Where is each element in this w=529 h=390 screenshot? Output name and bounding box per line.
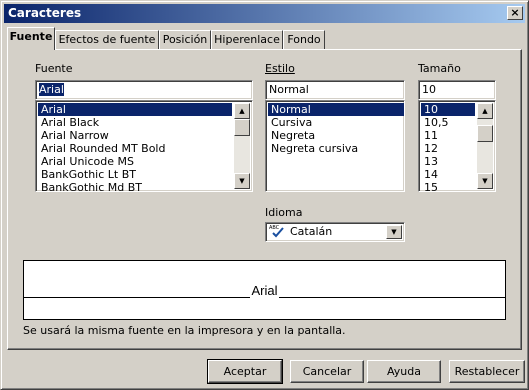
font-label: Fuente [35,62,73,75]
list-item[interactable]: Cursiva [268,116,404,129]
ok-button[interactable]: Aceptar [207,359,283,384]
font-listbox[interactable]: Arial Arial Black Arial Narrow Arial Rou… [35,100,253,192]
list-item[interactable]: Arial Narrow [38,129,232,142]
font-preview: Arial [23,260,506,320]
list-item[interactable]: BankGothic Lt BT [38,168,232,181]
list-item[interactable]: 14 [421,168,475,181]
size-label: Tamaño [418,62,461,75]
close-button[interactable]: × [507,6,523,20]
style-listbox[interactable]: Normal Cursiva Negreta Negreta cursiva [265,100,405,192]
size-scrollbar[interactable]: ▲ ▼ [477,103,493,189]
list-item[interactable]: 15 [421,181,475,191]
help-button[interactable]: Ayuda [367,360,441,383]
tab-fondo[interactable]: Fondo [283,30,325,49]
tab-fuente[interactable]: Fuente [7,27,55,50]
spellcheck-icon: ABC [269,226,285,238]
list-item[interactable]: 10,5 [421,116,475,129]
preview-text: Arial [250,283,279,298]
language-label: Idioma [265,206,303,219]
list-item[interactable]: Arial Rounded MT Bold [38,142,232,155]
list-item[interactable]: 12 [421,142,475,155]
scroll-up-arrow-icon[interactable]: ▲ [477,103,493,119]
style-input[interactable]: Normal [265,80,405,100]
list-item[interactable]: Arial [38,103,232,116]
tab-hiperenlace[interactable]: Hiperenlace [211,30,283,49]
list-item[interactable]: Normal [268,103,404,116]
language-dropdown[interactable]: ABC Catalán ▼ [265,222,405,242]
list-item[interactable]: Arial Unicode MS [38,155,232,168]
font-name-value: Arial [39,83,64,96]
reset-button[interactable]: Restablecer [449,360,525,383]
list-item[interactable]: 13 [421,155,475,168]
font-dialog-window: Caracteres × Fuente Efectos de fuente Po… [0,0,529,390]
size-listbox[interactable]: 10 10,5 11 12 13 14 15 ▲ ▼ [418,100,496,192]
font-name-input[interactable]: Arial [35,80,253,100]
size-input[interactable]: 10 [418,80,496,100]
title-bar[interactable]: Caracteres × [4,4,525,23]
list-item[interactable]: Negreta cursiva [268,142,404,155]
tab-efectos-de-fuente[interactable]: Efectos de fuente [55,30,159,49]
list-item[interactable]: Arial Black [38,116,232,129]
chevron-down-icon[interactable]: ▼ [386,225,402,239]
tab-posicion[interactable]: Posición [159,30,211,49]
cancel-button[interactable]: Cancelar [290,360,364,383]
info-text: Se usará la misma fuente en la impresora… [23,324,346,337]
window-title: Caracteres [8,6,82,20]
list-item[interactable]: BankGothic Md BT [38,181,232,191]
scroll-thumb[interactable] [234,119,250,136]
list-item[interactable]: 10 [421,103,475,116]
language-value: Catalán [290,225,333,238]
scroll-down-arrow-icon[interactable]: ▼ [477,173,493,189]
list-item[interactable]: Negreta [268,129,404,142]
style-label: Estilo [265,62,295,75]
list-item[interactable]: 11 [421,129,475,142]
scroll-thumb[interactable] [477,125,493,142]
font-scrollbar[interactable]: ▲ ▼ [234,103,250,189]
scroll-up-arrow-icon[interactable]: ▲ [234,103,250,119]
scroll-down-arrow-icon[interactable]: ▼ [234,173,250,189]
